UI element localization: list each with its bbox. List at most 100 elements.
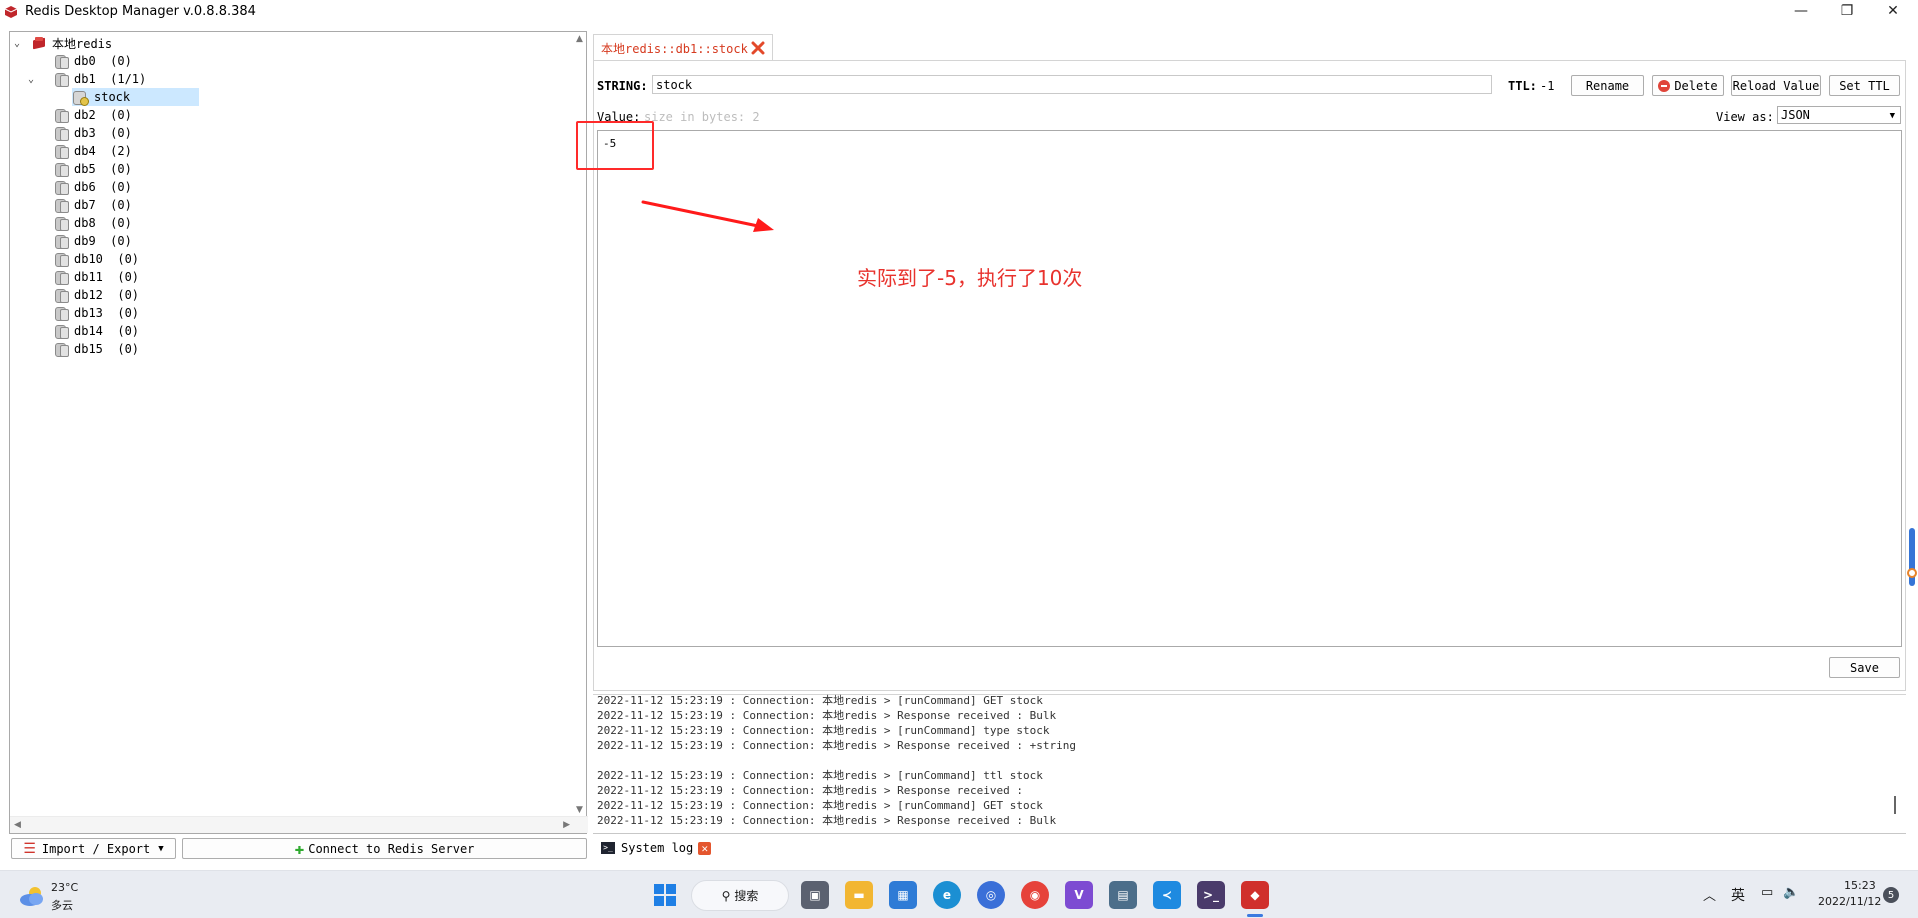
system-log-panel: 2022-11-12 15:23:19 : Connection: 本地redi… bbox=[593, 694, 1906, 831]
view-as-select[interactable]: JSON ▼ bbox=[1777, 106, 1901, 124]
vscode-icon[interactable]: ≺ bbox=[1153, 881, 1181, 909]
tree-db-row[interactable]: db8 (0) bbox=[34, 214, 132, 232]
scroll-up-arrow-icon[interactable]: ▲ bbox=[576, 34, 583, 44]
db-label: db6 (0) bbox=[74, 180, 132, 194]
minimize-button[interactable]: — bbox=[1778, 0, 1824, 22]
redis-desktop-manager-taskbar-icon[interactable]: ◆ bbox=[1241, 881, 1269, 909]
scroll-right-arrow-icon[interactable]: ▶ bbox=[563, 820, 570, 830]
log-scrollbar[interactable] bbox=[1894, 796, 1896, 814]
delete-button[interactable]: Delete bbox=[1652, 75, 1724, 96]
tree-db-row[interactable]: db14 (0) bbox=[34, 322, 139, 340]
notepad-icon[interactable]: ▤ bbox=[1109, 881, 1137, 909]
database-icon bbox=[54, 72, 69, 87]
network-icon[interactable]: ▭ bbox=[1761, 885, 1773, 900]
notification-badge[interactable]: 5 bbox=[1883, 887, 1899, 903]
view-as-label: View as: bbox=[1716, 110, 1774, 124]
log-line: 2022-11-12 15:23:19 : Connection: 本地redi… bbox=[597, 724, 1050, 737]
photos-app-icon[interactable]: ◎ bbox=[977, 881, 1005, 909]
value-editor[interactable]: -5 bbox=[597, 130, 1902, 647]
string-key-icon bbox=[72, 90, 89, 106]
tree-db-row[interactable]: db13 (0) bbox=[34, 304, 139, 322]
tree-key-row-stock[interactable]: stock bbox=[72, 88, 199, 106]
delete-icon bbox=[1658, 79, 1671, 92]
import-export-button[interactable]: ☰ Import / Export ▼ bbox=[11, 838, 176, 859]
reload-value-button[interactable]: Reload Value bbox=[1731, 75, 1821, 96]
db-label: db14 (0) bbox=[74, 324, 140, 338]
terminal-app-icon[interactable]: >_ bbox=[1197, 881, 1225, 909]
database-icon bbox=[54, 234, 69, 249]
rename-button[interactable]: Rename bbox=[1571, 75, 1644, 96]
chrome-browser-icon[interactable]: ◉ bbox=[1021, 881, 1049, 909]
task-view-icon[interactable]: ▣ bbox=[801, 881, 829, 909]
weather-widget[interactable]: 23°C 多云 bbox=[18, 879, 88, 913]
scroll-down-arrow-icon[interactable]: ▼ bbox=[576, 805, 583, 815]
db-label: db12 (0) bbox=[74, 288, 140, 302]
connection-tree-panel: ⌄ 本地redis db0 (0) ⌄ db1 (1/1) stock db2 (0) d… bbox=[9, 31, 588, 834]
database-icon bbox=[54, 108, 69, 123]
database-icon bbox=[54, 288, 69, 303]
key-name-input[interactable]: stock bbox=[652, 75, 1492, 94]
chevron-down-icon[interactable]: ⌄ bbox=[14, 38, 24, 49]
volume-icon[interactable]: 🔈 bbox=[1783, 885, 1799, 900]
tree-db-row[interactable]: db12 (0) bbox=[34, 286, 139, 304]
window-title: Redis Desktop Manager v.0.8.8.384 bbox=[25, 3, 256, 19]
tree-db-row[interactable]: db4 (2) bbox=[34, 142, 132, 160]
log-line: 2022-11-12 15:23:19 : Connection: 本地redi… bbox=[597, 694, 1043, 707]
close-tab-icon[interactable]: ✕ bbox=[698, 841, 712, 855]
database-icon bbox=[54, 324, 69, 339]
tree-db-row[interactable]: db7 (0) bbox=[34, 196, 132, 214]
chevron-down-icon[interactable]: ⌄ bbox=[28, 74, 38, 85]
microsoft-store-icon[interactable]: ▦ bbox=[889, 881, 917, 909]
tree-db-row[interactable]: db2 (0) bbox=[34, 106, 132, 124]
chevron-up-icon[interactable]: ︿ bbox=[1703, 885, 1716, 904]
value-editor-scrollbar[interactable] bbox=[1892, 131, 1901, 646]
log-line: 2022-11-12 15:23:19 : Connection: 本地redi… bbox=[597, 814, 1057, 827]
clock-date[interactable]: 2022/11/12 bbox=[1818, 895, 1881, 908]
close-tab-icon[interactable] bbox=[751, 41, 765, 55]
title-bar: Redis Desktop Manager v.0.8.8.384 — ❐ ✕ bbox=[0, 0, 1918, 22]
db-label: db13 (0) bbox=[74, 306, 140, 320]
clock-time[interactable]: 15:23 bbox=[1844, 879, 1876, 892]
weather-description: 多云 bbox=[51, 899, 73, 912]
file-explorer-icon[interactable]: ▬ bbox=[845, 881, 873, 909]
edge-browser-icon[interactable]: e bbox=[933, 881, 961, 909]
scroll-left-arrow-icon[interactable]: ◀ bbox=[14, 820, 21, 830]
server-label: 本地redis bbox=[52, 36, 113, 51]
restore-button[interactable]: ❐ bbox=[1824, 0, 1870, 22]
tree-db-row[interactable]: db0 (0) bbox=[34, 52, 132, 70]
db-label: db7 (0) bbox=[74, 198, 132, 212]
visual-studio-icon[interactable]: V bbox=[1065, 881, 1093, 909]
connect-to-redis-server-button[interactable]: ✚ Connect to Redis Server bbox=[182, 838, 587, 859]
windows-start-icon[interactable] bbox=[651, 881, 679, 909]
cloudy-weather-icon bbox=[20, 887, 43, 906]
search-icon: ⚲ bbox=[721, 888, 731, 903]
dropdown-arrow-icon: ▼ bbox=[158, 843, 164, 854]
ime-indicator[interactable]: 英 bbox=[1731, 885, 1745, 905]
tree-server-row[interactable]: ⌄ 本地redis bbox=[14, 34, 112, 52]
tab-system-log[interactable]: >_ System log ✕ bbox=[593, 836, 713, 860]
database-icon bbox=[54, 180, 69, 195]
key-type-label: STRING: bbox=[597, 79, 648, 93]
db-label: db11 (0) bbox=[74, 270, 140, 284]
database-icon bbox=[54, 252, 69, 267]
log-line: 2022-11-12 15:23:19 : Connection: 本地redi… bbox=[597, 709, 1057, 722]
tree-db-row[interactable]: db3 (0) bbox=[34, 124, 132, 142]
tree-db-row[interactable]: db15 (0) bbox=[34, 340, 139, 358]
tree-db-row[interactable]: db10 (0) bbox=[34, 250, 139, 268]
tab-key-stock[interactable]: 本地redis::db1::stock bbox=[593, 34, 773, 61]
tree-db-row[interactable]: db9 (0) bbox=[34, 232, 132, 250]
tree-db-row[interactable]: ⌄ db1 (1/1) bbox=[28, 70, 146, 88]
terminal-icon: >_ bbox=[601, 842, 615, 854]
close-window-button[interactable]: ✕ bbox=[1870, 0, 1916, 22]
db-label: db9 (0) bbox=[74, 234, 132, 248]
weather-temperature: 23°C bbox=[51, 881, 79, 894]
tree-horizontal-scrollbar[interactable]: ◀ ▶ bbox=[10, 816, 588, 833]
tree-db-row[interactable]: db5 (0) bbox=[34, 160, 132, 178]
tree-db-row[interactable]: db11 (0) bbox=[34, 268, 139, 286]
taskbar-search-button[interactable]: ⚲ 搜索 bbox=[691, 880, 789, 911]
menu-icon: ☰ bbox=[23, 840, 36, 857]
set-ttl-button[interactable]: Set TTL bbox=[1829, 75, 1900, 96]
window-scroll-handle-knob[interactable] bbox=[1907, 568, 1917, 578]
tree-db-row[interactable]: db6 (0) bbox=[34, 178, 132, 196]
save-button[interactable]: Save bbox=[1829, 657, 1900, 678]
